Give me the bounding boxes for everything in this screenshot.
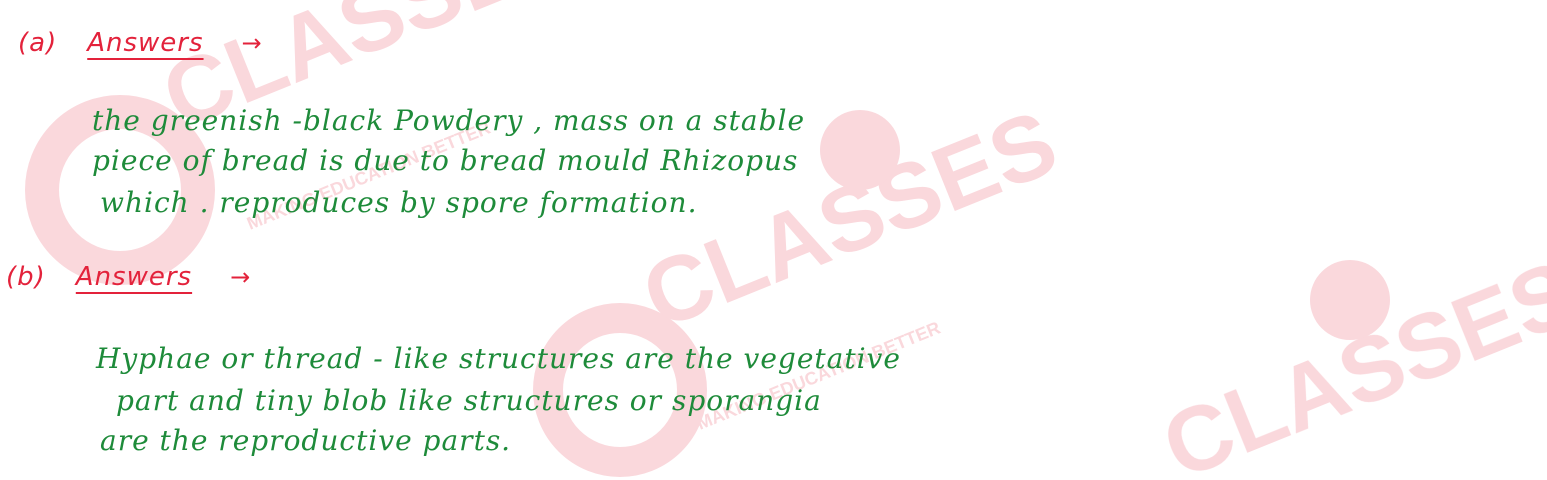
part-b-answer-label: Answers [75,262,193,292]
arrow-right-icon: → [230,263,252,291]
arrow-right-icon: → [241,29,263,57]
part-b-heading: (b) Answers → [6,262,251,292]
part-b-line-1: Hyphae or thread - like structures are t… [96,342,901,375]
part-a-line-3: which . reproduces by spore formation. [100,186,698,219]
part-b-line-3: are the reproductive parts. [100,424,512,457]
svg-text:CLASSES: CLASSES [1149,241,1547,480]
part-a-answer-label: Answers [87,28,204,58]
part-a-marker: (a) [18,28,58,58]
part-b-marker: (b) [6,262,46,292]
part-a-heading: (a) Answers → [18,28,263,58]
part-a-line-1: the greenish -black Powdery , mass on a … [92,104,806,137]
part-b-line-2: part and tiny blob like structures or sp… [116,384,822,417]
part-a-line-2: piece of bread is due to bread mould Rhi… [92,144,799,177]
